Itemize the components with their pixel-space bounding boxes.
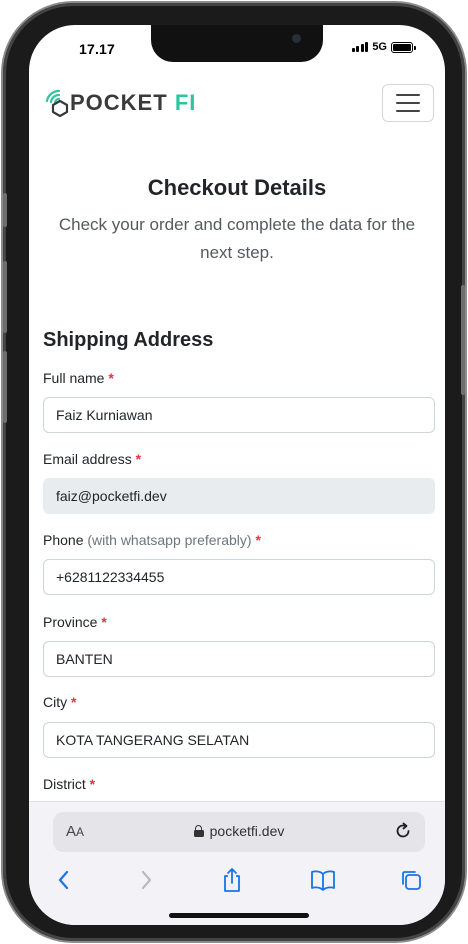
power-button [461, 285, 465, 395]
email-label: Email address * [43, 451, 141, 467]
status-indicators: 5G [351, 41, 416, 53]
bookmarks-icon[interactable] [309, 866, 337, 894]
hamburger-line [396, 94, 420, 96]
status-time: 17.17 [79, 41, 116, 57]
silent-switch [3, 193, 7, 227]
full-name-label: Full name * [43, 370, 114, 386]
full-name-input[interactable]: Faiz Kurniawan [43, 397, 435, 433]
district-label: District * [43, 776, 95, 792]
camera-icon [292, 34, 301, 43]
hamburger-line [396, 110, 420, 112]
navbar: POCKET FI [29, 77, 445, 133]
hamburger-line [396, 102, 420, 104]
reload-icon[interactable] [393, 821, 413, 846]
network-type: 5G [372, 41, 387, 53]
page-title: Checkout Details [147, 175, 327, 200]
tabs-icon[interactable] [397, 866, 425, 894]
required-mark: * [135, 451, 142, 467]
phone-label: Phone (with whatsapp preferably) * [43, 532, 261, 548]
url-text: pocketfi.dev [209, 823, 285, 839]
phone-frame: 17.17 5G POCKET FI Checkout Details Chec… [3, 3, 465, 941]
email-input: faiz@pocketfi.dev [43, 478, 435, 514]
province-label-text: Province [43, 614, 98, 630]
back-icon[interactable] [49, 866, 77, 894]
section-title-shipping: Shipping Address [43, 329, 214, 351]
forward-icon[interactable] [133, 866, 161, 894]
logo-text-fi: FI [174, 90, 197, 115]
logo-wifi-icon [43, 89, 69, 118]
battery-icon [391, 41, 416, 53]
address-bar[interactable]: AA pocketfi.dev [53, 812, 425, 852]
city-label-text: City [43, 694, 68, 710]
email-label-text: Email address [43, 451, 132, 467]
district-label-text: District [43, 776, 86, 792]
required-mark: * [89, 776, 96, 792]
browser-bottom-bar: AA pocketfi.dev [29, 801, 445, 925]
city-label: City * [43, 694, 76, 710]
required-mark: * [108, 370, 114, 386]
browser-toolbar [29, 862, 445, 898]
phone-label-text: Phone [43, 532, 84, 548]
pocketfi-logo[interactable]: POCKET FI [43, 89, 196, 118]
screen: 17.17 5G POCKET FI Checkout Details Chec… [29, 25, 445, 925]
province-label: Province * [43, 614, 107, 630]
volume-up-button [3, 261, 7, 333]
required-mark: * [255, 532, 261, 548]
province-select[interactable]: BANTEN [43, 641, 435, 677]
phone-label-hint: (with whatsapp preferably) [87, 532, 252, 548]
share-icon[interactable] [218, 866, 246, 894]
city-select[interactable]: KOTA TANGERANG SELATAN [43, 722, 435, 758]
dynamic-notch [151, 25, 323, 62]
home-indicator[interactable] [169, 913, 309, 918]
page-subtitle: Check your order and complete the data f… [58, 215, 416, 262]
url-display: pocketfi.dev [53, 823, 425, 839]
logo-text-pocket: POCKET [70, 90, 168, 115]
lock-icon [193, 825, 204, 837]
volume-down-button [3, 351, 7, 423]
menu-toggle-button[interactable] [382, 84, 434, 122]
logo-text: POCKET FI [70, 90, 196, 116]
full-name-label-text: Full name [43, 370, 105, 386]
required-mark: * [71, 694, 77, 710]
required-mark: * [101, 614, 107, 630]
cellular-signal-icon [351, 42, 369, 52]
phone-input[interactable]: +6281122334455 [43, 559, 435, 595]
